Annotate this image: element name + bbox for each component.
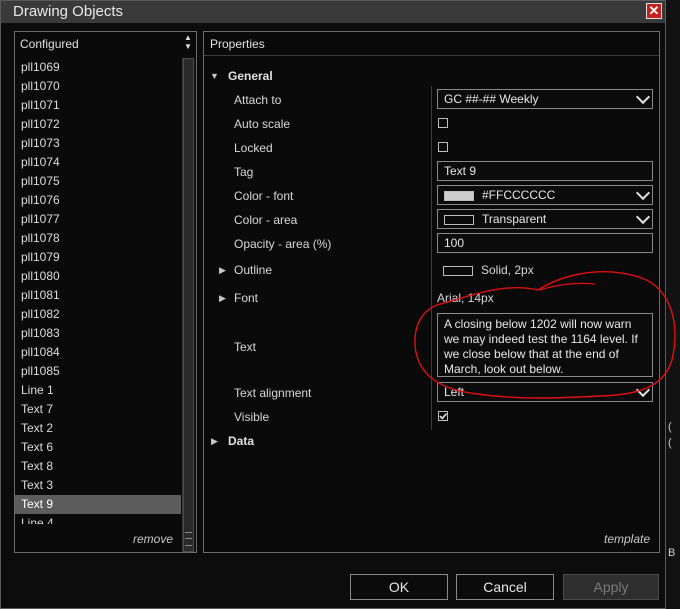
list-item[interactable]: Line 1 <box>15 381 181 400</box>
data-section-label[interactable]: Data <box>228 434 254 448</box>
scrollbar-thumb[interactable] <box>183 58 194 552</box>
text-textarea[interactable]: A closing below 1202 will now warn we ma… <box>437 313 653 377</box>
expanded-triangle-icon[interactable]: ▼ <box>210 71 219 81</box>
remove-link[interactable]: remove <box>133 532 173 546</box>
list-item[interactable]: pll1075 <box>15 172 181 191</box>
apply-button[interactable]: Apply <box>563 574 659 600</box>
attach-to-value: GC ##-## Weekly <box>444 92 539 106</box>
list-item[interactable]: pll1074 <box>15 153 181 172</box>
background-char: ( <box>668 421 672 433</box>
color-area-value: Transparent <box>482 212 547 226</box>
opacity-input[interactable]: 100 <box>437 233 653 253</box>
chevron-down-icon <box>635 89 651 105</box>
list-item[interactable]: pll1077 <box>15 210 181 229</box>
visible-label: Visible <box>234 410 270 424</box>
list-item[interactable]: pll1084 <box>15 343 181 362</box>
list-item[interactable]: pll1081 <box>15 286 181 305</box>
outline-value-text: Solid, 2px <box>481 263 534 277</box>
list-item[interactable]: pll1085 <box>15 362 181 381</box>
locked-checkbox[interactable] <box>438 142 448 152</box>
list-item[interactable]: pll1082 <box>15 305 181 324</box>
locked-label: Locked <box>234 141 273 155</box>
color-font-label: Color - font <box>234 189 294 203</box>
text-alignment-label: Text alignment <box>234 386 312 400</box>
configured-header: Configured <box>20 37 79 51</box>
list-item[interactable]: pll1080 <box>15 267 181 286</box>
list-item[interactable]: pll1071 <box>15 96 181 115</box>
list-item[interactable]: pll1079 <box>15 248 181 267</box>
list-item[interactable]: Text 6 <box>15 438 181 457</box>
list-item[interactable]: pll1083 <box>15 324 181 343</box>
list-item[interactable]: pll1069 <box>15 58 181 77</box>
list-item[interactable]: pll1073 <box>15 134 181 153</box>
list-item[interactable]: pll1072 <box>15 115 181 134</box>
opacity-label: Opacity - area (%) <box>234 237 332 251</box>
properties-header: Properties <box>210 37 265 51</box>
dialog-title: Drawing Objects <box>13 3 124 20</box>
template-link[interactable]: template <box>604 532 650 546</box>
color-area-select[interactable]: Transparent <box>437 209 653 229</box>
close-button[interactable]: ✕ <box>646 3 662 19</box>
outline-label[interactable]: Outline <box>234 263 272 277</box>
list-item[interactable]: Text 7 <box>15 400 181 419</box>
auto-scale-label: Auto scale <box>234 117 291 131</box>
background-char: B <box>668 547 676 559</box>
attach-to-select[interactable]: GC ##-## Weekly <box>437 89 653 109</box>
ok-button[interactable]: OK <box>350 574 448 600</box>
chevron-down-icon <box>635 209 651 225</box>
font-label[interactable]: Font <box>234 291 258 305</box>
list-item[interactable]: Text 3 <box>15 476 181 495</box>
collapsed-triangle-icon[interactable]: ▶ <box>219 265 226 276</box>
list-item-selected[interactable]: Text 9 <box>15 495 181 514</box>
sort-arrows-icon[interactable]: ▲ ▼ <box>181 33 195 55</box>
list-item[interactable]: Text 8 <box>15 457 181 476</box>
tag-label: Tag <box>234 165 254 179</box>
visible-checkbox[interactable] <box>438 411 448 421</box>
list-item[interactable]: Line 4 <box>15 514 181 524</box>
outline-swatch <box>443 265 473 276</box>
tag-input[interactable]: Text 9 <box>437 161 653 181</box>
color-font-swatch <box>444 190 474 201</box>
list-item[interactable]: pll1070 <box>15 77 181 96</box>
list-item[interactable]: pll1076 <box>15 191 181 210</box>
property-column-divider <box>431 86 432 430</box>
color-area-swatch <box>444 214 474 225</box>
list-item[interactable]: pll1078 <box>15 229 181 248</box>
auto-scale-checkbox[interactable] <box>438 118 448 128</box>
general-section-label[interactable]: General <box>228 69 273 83</box>
properties-header-divider <box>204 55 659 56</box>
cancel-button[interactable]: Cancel <box>456 574 554 600</box>
background-char: ( <box>668 437 672 449</box>
color-font-value: #FFCCCCCC <box>482 188 556 202</box>
text-alignment-value: Left <box>444 385 465 399</box>
background-chart-strip <box>664 0 680 609</box>
text-alignment-select[interactable]: Left <box>437 382 653 402</box>
outline-value[interactable]: Solid, 2px <box>443 263 534 277</box>
list-item[interactable]: Text 2 <box>15 419 181 438</box>
configured-list[interactable]: pll1069 pll1070 pll1071 pll1072 pll1073 … <box>15 58 181 524</box>
text-label: Text <box>234 340 257 354</box>
color-area-label: Color - area <box>234 213 298 227</box>
collapsed-triangle-icon[interactable]: ▶ <box>211 436 218 447</box>
font-value: Arial, 14px <box>437 291 494 305</box>
attach-to-label: Attach to <box>234 93 282 107</box>
color-font-select[interactable]: #FFCCCCCC <box>437 185 653 205</box>
chevron-down-icon <box>635 382 651 398</box>
collapsed-triangle-icon[interactable]: ▶ <box>219 293 226 304</box>
chevron-down-icon <box>635 185 651 201</box>
scroll-grip-line <box>185 538 192 539</box>
scroll-grip-icon <box>185 532 192 546</box>
checkmark-icon <box>439 413 448 420</box>
